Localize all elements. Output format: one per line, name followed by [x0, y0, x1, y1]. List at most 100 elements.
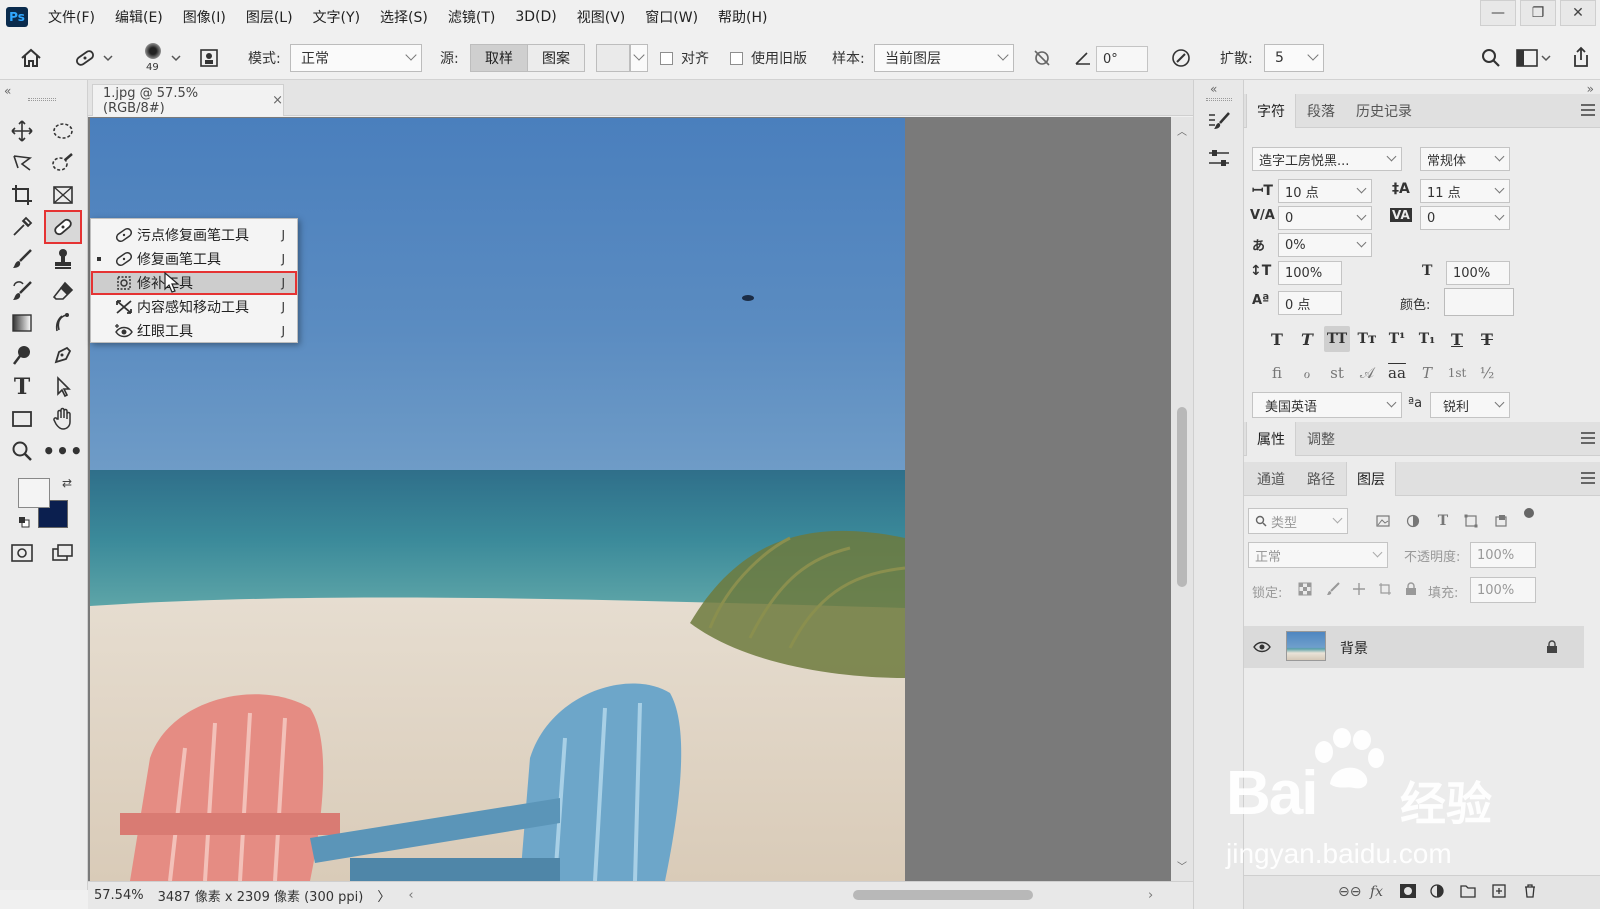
chevron-down-icon[interactable]: [170, 52, 182, 64]
blend-mode-select[interactable]: 正常: [1248, 542, 1388, 568]
menu-window[interactable]: 窗口(W): [635, 7, 708, 27]
menu-select[interactable]: 选择(S): [370, 7, 438, 27]
panel-menu-icon[interactable]: [1581, 472, 1595, 484]
font-style-select[interactable]: 常规体: [1420, 147, 1510, 171]
scroll-right-icon[interactable]: ›: [1148, 888, 1153, 903]
status-menu-arrow[interactable]: 〉: [377, 886, 390, 905]
faux-bold-button[interactable]: T: [1264, 326, 1290, 352]
baseline-shift-input[interactable]: 0 点: [1278, 291, 1342, 315]
menu-layer[interactable]: 图层(L): [236, 7, 303, 27]
move-tool-icon[interactable]: [5, 116, 39, 146]
titling-button[interactable]: T: [1414, 360, 1440, 386]
tab-layers[interactable]: 图层: [1346, 462, 1396, 496]
text-color-swatch[interactable]: [1444, 288, 1514, 316]
align-checkbox[interactable]: 对齐: [660, 44, 709, 72]
language-select[interactable]: 美国英语: [1252, 392, 1402, 418]
eye-icon[interactable]: [1252, 638, 1272, 656]
vertical-scroll-thumb[interactable]: [1177, 407, 1187, 587]
zoom-tool-icon[interactable]: [5, 436, 39, 466]
menu-3d[interactable]: 3D(D): [505, 9, 566, 25]
layer-name[interactable]: 背景: [1340, 638, 1368, 658]
menu-help[interactable]: 帮助(H): [708, 7, 777, 27]
add-mask-icon[interactable]: [1400, 884, 1416, 902]
new-group-icon[interactable]: [1460, 884, 1476, 902]
brush-preview-icon[interactable]: [140, 40, 166, 62]
dock-grip[interactable]: [1206, 98, 1232, 101]
scroll-up-icon[interactable]: ︿: [1177, 123, 1187, 138]
menu-file[interactable]: 文件(F): [38, 7, 105, 27]
lock-position-icon[interactable]: [1350, 580, 1368, 598]
new-adjustment-icon[interactable]: [1430, 884, 1444, 902]
search-icon[interactable]: [1478, 46, 1504, 70]
discretionary-ligatures-button[interactable]: st: [1324, 360, 1350, 386]
filter-pixel-icon[interactable]: [1374, 512, 1392, 530]
collapse-panel-icon[interactable]: «: [4, 84, 11, 98]
brush-pressure-icon[interactable]: [196, 46, 222, 70]
tab-paths[interactable]: 路径: [1296, 462, 1346, 496]
layer-filter-select[interactable]: 类型: [1248, 508, 1348, 534]
more-tools-icon[interactable]: •••: [42, 436, 82, 466]
scroll-down-icon[interactable]: ﹀: [1177, 858, 1187, 873]
lock-transparent-icon[interactable]: [1296, 580, 1314, 598]
superscript-button[interactable]: T¹: [1384, 326, 1410, 352]
menu-filter[interactable]: 滤镜(T): [438, 7, 505, 27]
kerning-select[interactable]: 0: [1278, 206, 1372, 230]
ligatures-button[interactable]: fi: [1264, 360, 1290, 386]
font-size-select[interactable]: 10 点: [1278, 179, 1372, 203]
eyedropper-icon[interactable]: [5, 212, 39, 242]
lock-artboard-icon[interactable]: [1376, 580, 1394, 598]
home-icon[interactable]: [18, 46, 44, 70]
screen-mode-icon[interactable]: [46, 538, 80, 568]
menu-edit[interactable]: 编辑(E): [105, 7, 173, 27]
small-caps-button[interactable]: Tт: [1354, 326, 1380, 352]
chevron-down-icon[interactable]: [1540, 52, 1552, 64]
hand-tool-icon[interactable]: [46, 404, 80, 434]
vertical-scrollbar[interactable]: ︿ ﹀: [1171, 117, 1193, 881]
fractions-button[interactable]: ½: [1474, 360, 1500, 386]
strikethrough-button[interactable]: T: [1474, 326, 1500, 352]
lock-all-icon[interactable]: [1402, 580, 1420, 598]
brush-tool-icon[interactable]: [5, 244, 39, 274]
link-layers-icon[interactable]: ⊖⊖: [1338, 884, 1361, 900]
document-tab[interactable]: 1.jpg @ 57.5%(RGB/8#) ×: [92, 84, 284, 116]
menu-image[interactable]: 图像(I): [173, 7, 236, 27]
close-button[interactable]: ✕: [1560, 0, 1596, 26]
pressure-size-icon[interactable]: [1168, 46, 1194, 70]
opacity-input[interactable]: 100%: [1470, 542, 1536, 568]
filter-smart-object-icon[interactable]: [1492, 512, 1510, 530]
flyout-item-spot-healing[interactable]: 污点修复画笔工具 J: [91, 223, 297, 247]
faux-italic-button[interactable]: T: [1294, 326, 1320, 352]
flyout-item-patch[interactable]: 修补工具 J: [91, 271, 297, 295]
horizontal-scale-input[interactable]: 100%: [1446, 261, 1510, 285]
menu-type[interactable]: 文字(Y): [303, 7, 370, 27]
old-style-button[interactable]: ℴ: [1294, 360, 1320, 386]
new-layer-icon[interactable]: [1492, 884, 1506, 902]
scroll-left-icon[interactable]: ‹: [408, 888, 413, 903]
quick-mask-icon[interactable]: [5, 538, 39, 568]
panel-menu-icon[interactable]: [1581, 104, 1595, 116]
fill-input[interactable]: 100%: [1470, 577, 1536, 603]
sample-select[interactable]: 当前图层: [874, 44, 1014, 72]
tab-paragraph[interactable]: 段落: [1296, 94, 1346, 128]
smudge-tool-icon[interactable]: [46, 308, 80, 338]
flyout-item-healing-brush[interactable]: 修复画笔工具 J: [91, 247, 297, 271]
toolbar-grip[interactable]: [28, 98, 56, 101]
delete-layer-icon[interactable]: [1524, 884, 1536, 902]
default-colors-icon[interactable]: [18, 516, 30, 528]
clone-stamp-icon[interactable]: [46, 244, 80, 274]
tab-adjustments[interactable]: 调整: [1296, 422, 1346, 456]
filter-shape-icon[interactable]: [1462, 512, 1480, 530]
workspace-icon[interactable]: [1514, 46, 1540, 70]
font-family-select[interactable]: 造字工房悦黑...: [1252, 147, 1402, 171]
menu-view[interactable]: 视图(V): [567, 7, 636, 27]
bandage-icon[interactable]: [70, 46, 100, 70]
layer-style-icon[interactable]: fx: [1370, 884, 1383, 900]
pattern-dropdown[interactable]: [630, 44, 648, 72]
tab-character[interactable]: 字符: [1246, 94, 1296, 128]
lasso-tool-icon[interactable]: [5, 148, 39, 178]
tab-channels[interactable]: 通道: [1246, 462, 1296, 496]
type-tool-icon[interactable]: T: [5, 372, 39, 402]
collapse-dock-icon[interactable]: «: [1210, 82, 1217, 96]
subscript-button[interactable]: T₁: [1414, 326, 1440, 352]
layer-row-background[interactable]: 背景: [1244, 626, 1584, 668]
